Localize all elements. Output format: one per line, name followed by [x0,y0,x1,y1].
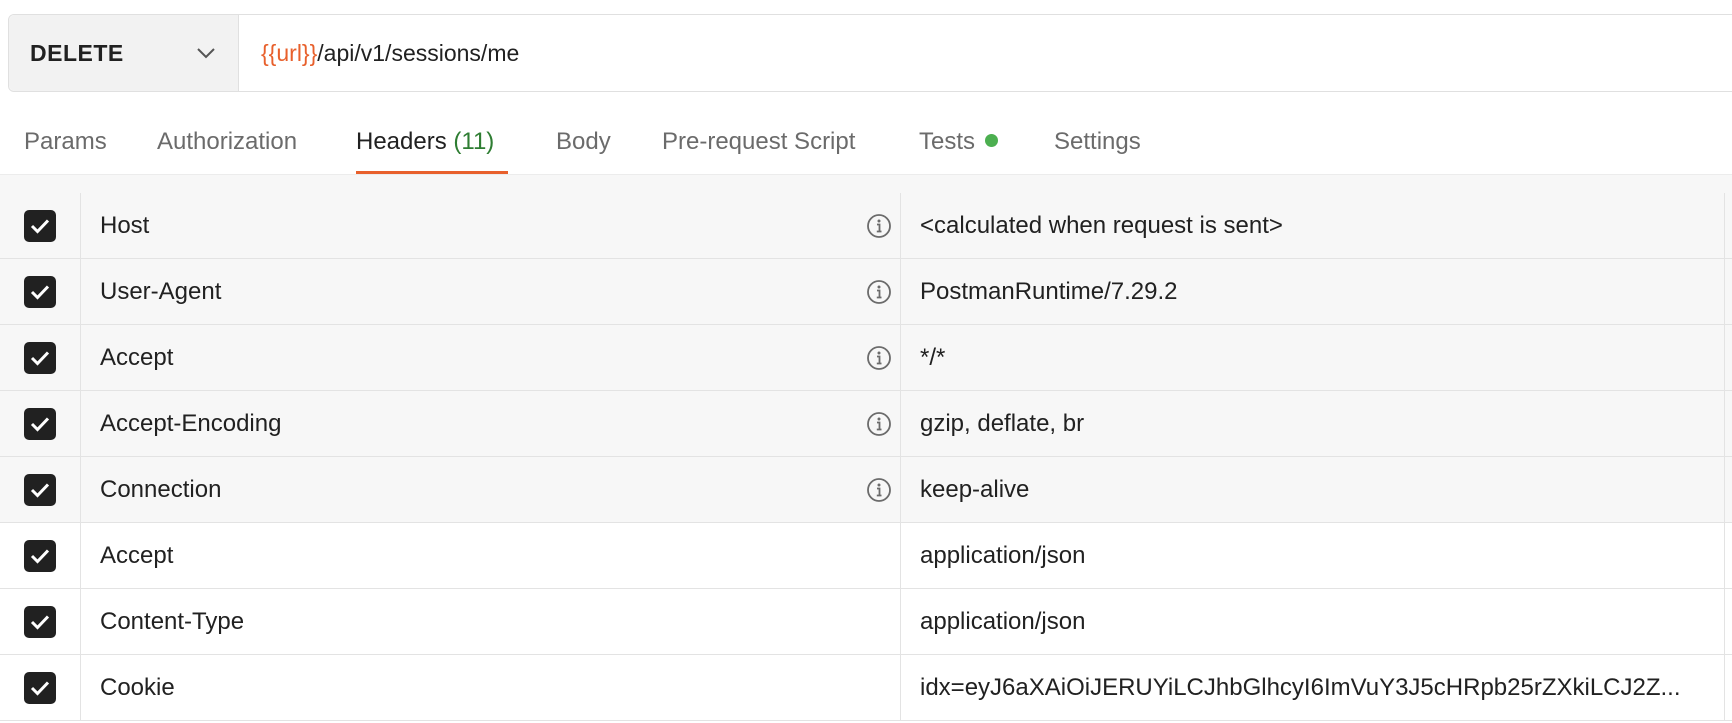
header-key: Cookie [100,673,175,701]
header-value: */* [920,343,946,371]
header-row: Accept-Encoding gzip, deflate, br [0,391,1732,457]
check-icon [30,416,50,432]
header-key-cell[interactable]: Connection [81,457,901,522]
header-enabled-checkbox[interactable] [24,341,56,374]
header-key: User-Agent [100,277,222,305]
header-enabled-checkbox[interactable] [24,671,56,704]
header-value-cell[interactable]: application/json [901,589,1725,654]
headers-count: (11) [453,128,495,155]
header-value: PostmanRuntime/7.29.2 [920,277,1178,305]
header-key: Accept [100,343,174,371]
tab-tests[interactable]: Tests [919,128,999,174]
header-key: Content-Type [100,607,245,635]
check-icon [30,614,50,630]
header-row: Accept */* [0,325,1732,391]
enable-cell [0,655,81,720]
tab-settings[interactable]: Settings [1054,128,1141,174]
header-value: idx=eyJ6aXAiOiJERUYiLCJhbGlhcyI6ImVuY3J5… [920,673,1681,701]
row-filler [1725,523,1732,588]
header-row: Cookie idx=eyJ6aXAiOiJERUYiLCJhbGlhcyI6I… [0,655,1732,721]
row-filler [1725,655,1732,720]
header-key-cell[interactable]: Accept [81,325,901,390]
headers-table: Host <calculated when request is sent> U… [0,174,1732,723]
row-filler [1725,589,1732,654]
tests-status-dot [985,134,999,147]
header-enabled-checkbox[interactable] [24,539,56,572]
header-row: Accept application/json [0,523,1732,589]
info-icon[interactable] [866,345,892,371]
header-enabled-checkbox[interactable] [24,473,56,506]
header-value-cell[interactable]: <calculated when request is sent> [901,193,1725,258]
check-icon [30,284,50,300]
chevron-down-icon [196,47,216,59]
header-row: Host <calculated when request is sent> [0,193,1732,259]
header-key-cell[interactable]: Accept-Encoding [81,391,901,456]
header-key-cell[interactable]: User-Agent [81,259,901,324]
row-filler [1725,391,1732,456]
header-key-cell[interactable]: Accept [81,523,901,588]
header-key: Connection [100,475,222,503]
header-value-cell[interactable]: gzip, deflate, br [901,391,1725,456]
header-value-cell[interactable]: keep-alive [901,457,1725,522]
enable-cell [0,589,81,654]
enable-cell [0,523,81,588]
row-filler [1725,193,1732,258]
enable-cell [0,391,81,456]
check-icon [30,548,50,564]
header-value-cell[interactable]: PostmanRuntime/7.29.2 [901,259,1725,324]
header-value-cell[interactable]: application/json [901,523,1725,588]
header-enabled-checkbox[interactable] [24,275,56,308]
info-icon[interactable] [866,213,892,239]
header-row: User-Agent PostmanRuntime/7.29.2 [0,259,1732,325]
enable-cell [0,259,81,324]
header-value: gzip, deflate, br [920,409,1085,437]
enable-cell [0,193,81,258]
header-row: Content-Type application/json [0,589,1732,655]
info-icon[interactable] [866,411,892,437]
row-filler [1725,325,1732,390]
row-filler [1725,259,1732,324]
tab-pre-request-script[interactable]: Pre-request Script [662,128,855,174]
url-path: /api/v1/sessions/me [317,39,520,66]
check-icon [30,350,50,366]
header-value: application/json [920,541,1086,569]
header-key-cell[interactable]: Content-Type [81,589,901,654]
info-icon[interactable] [866,279,892,305]
headers-rows: Host <calculated when request is sent> U… [0,193,1732,721]
tab-authorization[interactable]: Authorization [157,128,297,174]
header-value-cell[interactable]: idx=eyJ6aXAiOiJERUYiLCJhbGlhcyI6ImVuY3J5… [901,655,1725,720]
row-filler [1725,457,1732,522]
header-row: Connection keep-alive [0,457,1732,523]
header-enabled-checkbox[interactable] [24,605,56,638]
tab-headers[interactable]: Headers (11) [356,128,508,174]
header-key-cell[interactable]: Cookie [81,655,901,720]
header-key: Accept [100,541,174,569]
url-variable: {{url}} [261,39,318,66]
method-select[interactable]: DELETE [9,15,239,91]
request-tabs: Params Authorization Headers (11) Body P… [0,106,1732,174]
header-enabled-checkbox[interactable] [24,407,56,440]
check-icon [30,680,50,696]
header-key: Accept-Encoding [100,409,282,437]
header-enabled-checkbox[interactable] [24,209,56,242]
header-key-cell[interactable]: Host [81,193,901,258]
enable-cell [0,325,81,390]
request-bar: DELETE {{url}}/api/v1/sessions/me [8,14,1732,92]
header-value-cell[interactable]: */* [901,325,1725,390]
enable-cell [0,457,81,522]
url-input[interactable]: {{url}}/api/v1/sessions/me [239,15,1732,91]
info-icon[interactable] [866,477,892,503]
header-value: application/json [920,607,1086,635]
header-value: keep-alive [920,475,1030,503]
method-label: DELETE [30,39,124,66]
tab-params[interactable]: Params [24,128,107,174]
header-value: <calculated when request is sent> [920,211,1283,239]
check-icon [30,218,50,234]
header-key: Host [100,211,150,239]
check-icon [30,482,50,498]
tab-body[interactable]: Body [556,128,611,174]
